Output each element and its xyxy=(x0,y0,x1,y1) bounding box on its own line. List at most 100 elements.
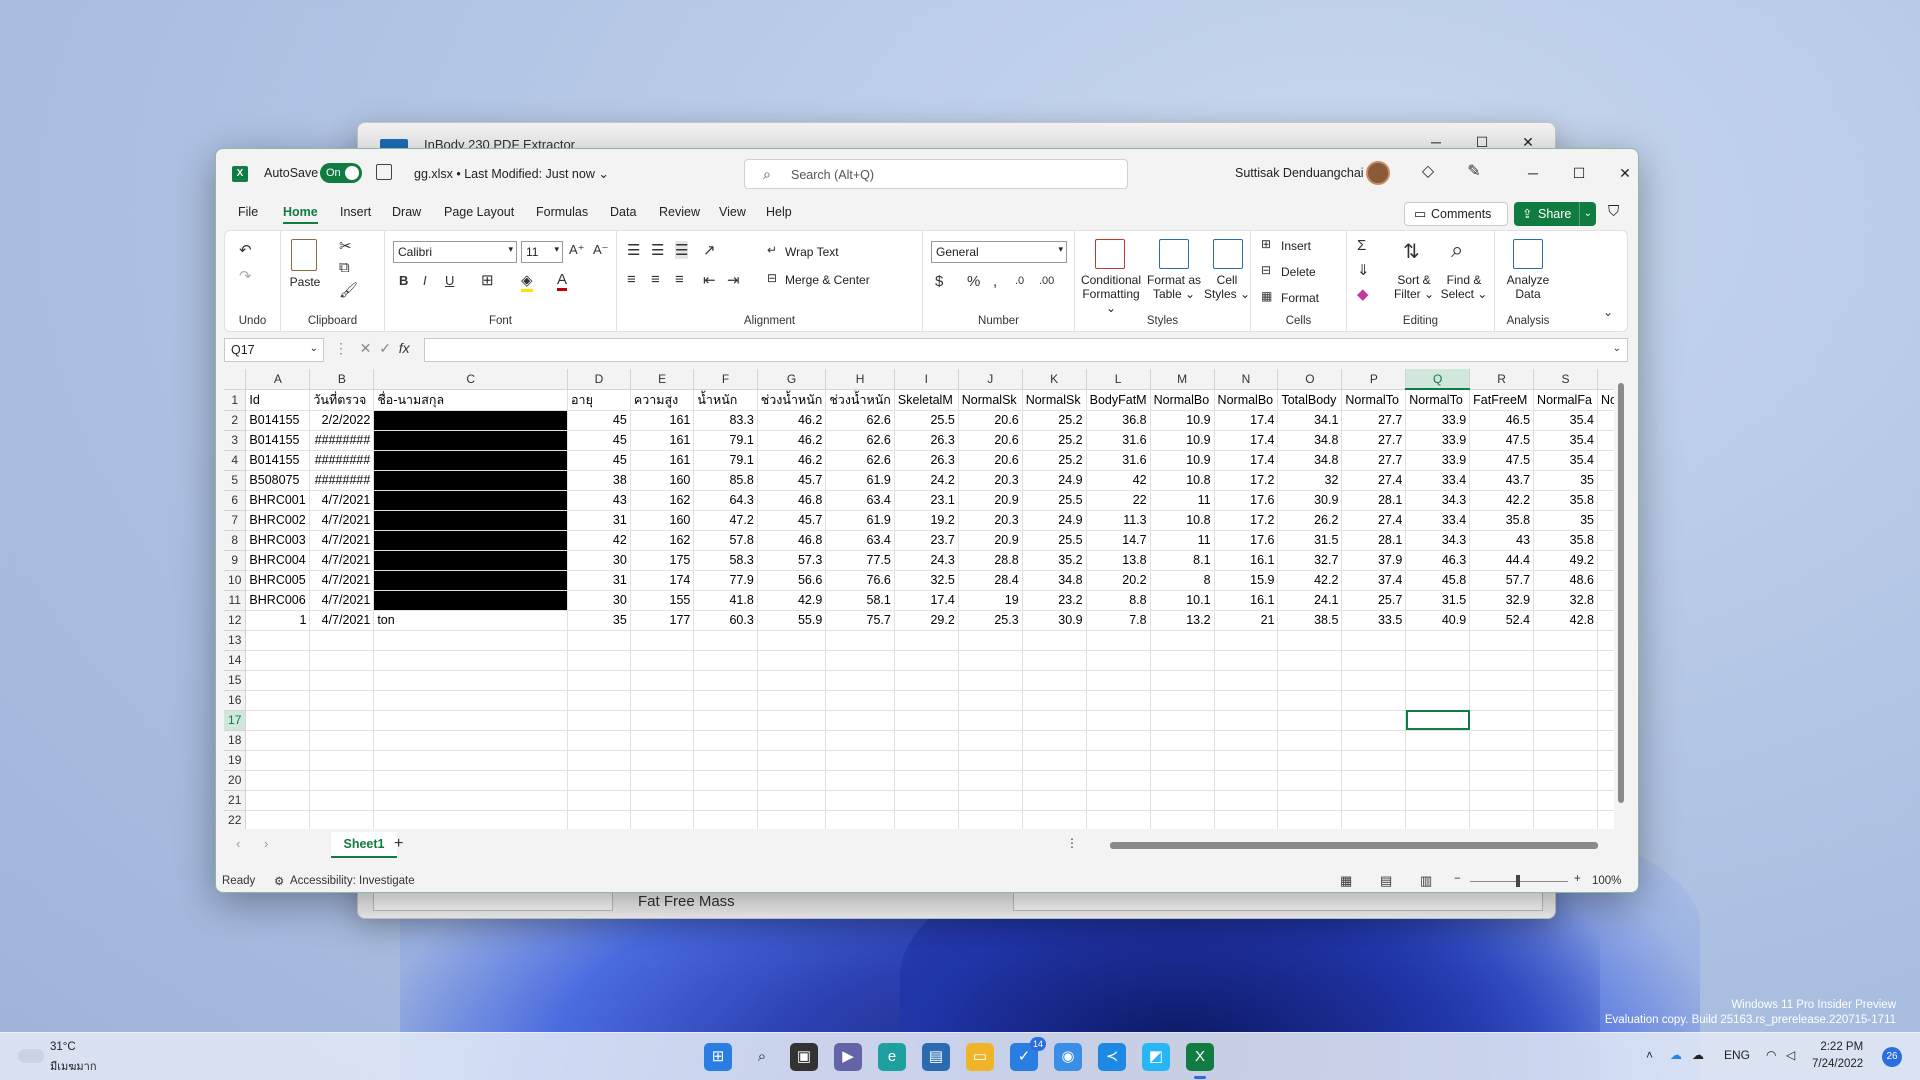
cell[interactable] xyxy=(309,790,375,811)
cell[interactable] xyxy=(630,770,695,791)
cell[interactable] xyxy=(630,750,695,771)
cell[interactable] xyxy=(894,770,959,791)
cell[interactable]: 33.9 xyxy=(1405,450,1471,471)
cell[interactable]: 30 xyxy=(567,590,631,611)
row-header[interactable]: 8 xyxy=(224,530,247,551)
cell[interactable]: 35.4 xyxy=(1533,450,1598,471)
borders-icon[interactable]: ⊞ xyxy=(481,271,494,289)
cell[interactable] xyxy=(894,650,959,671)
header-cell[interactable]: NormalTo xyxy=(1405,389,1471,411)
cell[interactable]: 15.9 xyxy=(1214,570,1279,591)
cell[interactable] xyxy=(1277,730,1343,751)
row-header[interactable]: 16 xyxy=(224,690,247,711)
underline-icon[interactable]: U xyxy=(445,273,454,288)
cell[interactable]: 32.7 xyxy=(1277,550,1343,571)
cell[interactable] xyxy=(1405,770,1471,791)
clock[interactable]: 2:22 PM 7/24/2022 xyxy=(1812,1039,1863,1073)
redacted-cell[interactable] xyxy=(373,490,569,511)
cell[interactable] xyxy=(958,630,1023,651)
cell[interactable]: 32.8 xyxy=(1533,590,1598,611)
cell[interactable]: ######## xyxy=(309,450,375,471)
align-center-icon[interactable]: ≡ xyxy=(651,271,660,288)
redacted-cell[interactable] xyxy=(373,410,569,431)
cell[interactable] xyxy=(894,670,959,691)
cell[interactable]: 23.2 xyxy=(1022,590,1087,611)
cell[interactable] xyxy=(1469,730,1535,751)
cell[interactable]: 61.9 xyxy=(825,510,895,531)
cell[interactable]: 33.4 xyxy=(1405,510,1471,531)
redacted-cell[interactable] xyxy=(373,590,569,611)
cell[interactable] xyxy=(567,750,631,771)
cell[interactable]: 25.2 xyxy=(1022,450,1087,471)
redacted-cell[interactable] xyxy=(373,450,569,471)
cell[interactable]: 42.8 xyxy=(1533,610,1598,631)
cell[interactable] xyxy=(309,690,375,711)
more-icon[interactable]: ⋮ xyxy=(1066,836,1078,850)
accessibility-icon[interactable]: ⚙ xyxy=(274,874,284,888)
redacted-cell[interactable] xyxy=(373,530,569,551)
cell[interactable]: 2/2/2022 xyxy=(309,410,375,431)
cell[interactable] xyxy=(825,790,895,811)
cell[interactable] xyxy=(1086,730,1151,751)
fill-icon[interactable]: ⇓ xyxy=(1357,261,1370,279)
cell[interactable]: 60.3 xyxy=(693,610,758,631)
onedrive-icon[interactable]: ☁ xyxy=(1670,1048,1682,1062)
cell[interactable] xyxy=(1022,650,1087,671)
cell[interactable] xyxy=(1022,670,1087,691)
save-icon[interactable] xyxy=(376,164,392,180)
cell[interactable] xyxy=(1022,770,1087,791)
cell[interactable]: 35.8 xyxy=(1469,510,1535,531)
cell[interactable] xyxy=(567,810,631,829)
cell[interactable]: 25.3 xyxy=(958,610,1023,631)
redacted-cell[interactable] xyxy=(373,470,569,491)
cell[interactable] xyxy=(757,730,827,751)
cell[interactable]: BHRC004 xyxy=(245,550,311,571)
header-cell[interactable]: TotalBody xyxy=(1277,389,1343,411)
cell[interactable] xyxy=(1341,650,1407,671)
column-header[interactable]: R xyxy=(1469,369,1535,390)
row-header[interactable]: 12 xyxy=(224,610,247,631)
cell[interactable] xyxy=(245,750,311,771)
cell[interactable] xyxy=(958,690,1023,711)
name-box[interactable]: Q17 ⌄ xyxy=(224,338,324,362)
cell[interactable] xyxy=(825,670,895,691)
cell[interactable] xyxy=(958,810,1023,829)
cell[interactable] xyxy=(693,750,758,771)
cell[interactable] xyxy=(1469,650,1535,671)
cell[interactable] xyxy=(567,730,631,751)
cell[interactable]: 10.9 xyxy=(1150,430,1215,451)
header-cell[interactable]: น้ำหนัก xyxy=(693,389,758,411)
redacted-cell[interactable] xyxy=(373,430,569,451)
cell[interactable]: BHRC002 xyxy=(245,510,311,531)
cell[interactable]: 28.1 xyxy=(1341,530,1407,551)
cell[interactable]: 24.9 xyxy=(1022,510,1087,531)
currency-icon[interactable]: $ xyxy=(935,273,943,290)
cell[interactable] xyxy=(757,710,827,731)
tab-file[interactable]: File xyxy=(238,205,258,219)
cell[interactable]: 4/7/2021 xyxy=(309,530,375,551)
cell[interactable]: 25.2 xyxy=(1022,410,1087,431)
cell[interactable]: 45.8 xyxy=(1405,570,1471,591)
cell[interactable]: 35.8 xyxy=(1533,530,1598,551)
cell[interactable]: 174 xyxy=(630,570,695,591)
cut-icon[interactable]: ✂ xyxy=(339,237,352,255)
search-box[interactable]: ⌕ Search (Alt+Q) xyxy=(744,159,1128,189)
header-cell[interactable]: NormalSk xyxy=(958,389,1023,411)
cell[interactable] xyxy=(567,790,631,811)
cell[interactable] xyxy=(373,710,569,731)
cell[interactable] xyxy=(1277,770,1343,791)
cell[interactable] xyxy=(245,730,311,751)
cell[interactable] xyxy=(1405,790,1471,811)
chevron-down-icon[interactable]: ⌄ xyxy=(1578,202,1592,226)
cell[interactable]: 56.6 xyxy=(757,570,827,591)
cell[interactable]: 17.4 xyxy=(1214,410,1279,431)
cell[interactable]: 161 xyxy=(630,450,695,471)
cell[interactable] xyxy=(958,790,1023,811)
pen-icon[interactable]: ✎ xyxy=(1462,161,1486,181)
normal-view-icon[interactable]: ▦ xyxy=(1340,873,1352,889)
cell[interactable] xyxy=(630,810,695,829)
cell[interactable] xyxy=(373,690,569,711)
header-cell[interactable]: วันที่ตรวจ xyxy=(309,389,375,411)
cell[interactable]: 4/7/2021 xyxy=(309,510,375,531)
row-header[interactable]: 10 xyxy=(224,570,247,591)
